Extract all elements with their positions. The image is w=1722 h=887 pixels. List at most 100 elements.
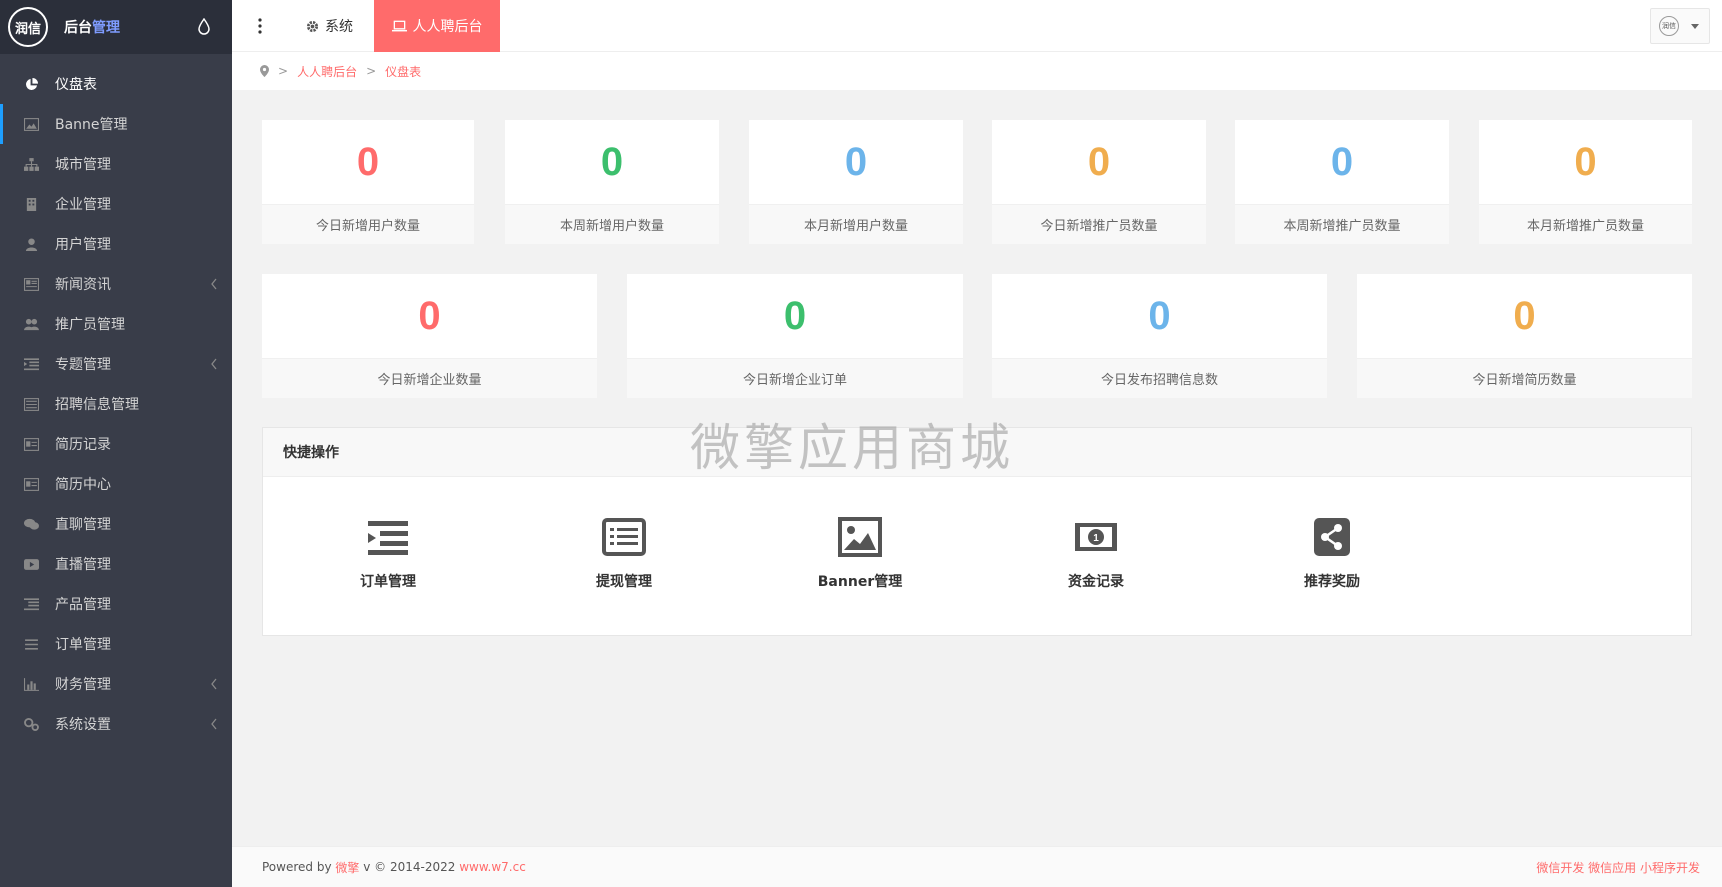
sidebar-item-label: 直聊管理 bbox=[55, 517, 111, 533]
sidebar-item-product[interactable]: 产品管理 bbox=[0, 584, 232, 624]
stat-value: 0 bbox=[783, 293, 807, 338]
sidebar-item-label: 订单管理 bbox=[55, 637, 111, 653]
bar-chart-icon bbox=[24, 677, 39, 691]
footer-right-links[interactable]: 微信开发 微信应用 小程序开发 bbox=[1536, 859, 1700, 876]
stat-card: 0 今日新增企业数量 bbox=[262, 274, 597, 398]
stat-label: 本周新增推广员数量 bbox=[1235, 204, 1449, 244]
stat-card: 0 本周新增推广员数量 bbox=[1235, 120, 1449, 244]
top-header: 系统 人人聘后台 润信 bbox=[232, 0, 1722, 52]
stat-label: 本周新增用户数量 bbox=[505, 204, 719, 244]
sidebar-item-city[interactable]: 城市管理 bbox=[0, 144, 232, 184]
breadcrumb-separator: > bbox=[278, 64, 289, 78]
list-indent-icon bbox=[24, 357, 39, 370]
sidebar-item-live[interactable]: 直播管理 bbox=[0, 544, 232, 584]
bars-icon bbox=[25, 638, 38, 650]
stat-value: 0 bbox=[1148, 293, 1171, 338]
sidebar-item-order[interactable]: 订单管理 bbox=[0, 624, 232, 664]
stat-value: 0 bbox=[1087, 139, 1111, 184]
avatar: 润信 bbox=[1659, 16, 1679, 36]
sidebar-item-finance[interactable]: 财务管理 bbox=[0, 664, 232, 704]
sidebar-item-resume-record[interactable]: 简历记录 bbox=[0, 424, 232, 464]
app-title-part2: 管理 bbox=[92, 20, 120, 36]
sidebar-item-label: 推广员管理 bbox=[55, 317, 125, 333]
sidebar-item-label: 新闻资讯 bbox=[55, 277, 111, 293]
chat-icon bbox=[24, 518, 39, 530]
stat-card: 0 本周新增用户数量 bbox=[505, 120, 719, 244]
users-icon bbox=[24, 318, 39, 330]
sidebar-item-label: 系统设置 bbox=[55, 717, 111, 733]
quick-funds-label: 资金记录 bbox=[1068, 574, 1124, 590]
chevron-left-icon bbox=[211, 358, 217, 370]
stat-label: 今日新增企业数量 bbox=[262, 358, 597, 398]
app-title: 后台管理 bbox=[64, 17, 120, 37]
quick-reward-label: 推荐奖励 bbox=[1304, 574, 1360, 590]
sidebar-item-label: 仪盘表 bbox=[55, 77, 97, 93]
sidebar-item-company[interactable]: 企业管理 bbox=[0, 184, 232, 224]
stat-card: 0 本月新增推广员数量 bbox=[1479, 120, 1692, 244]
stat-card: 0 今日新增简历数量 bbox=[1357, 274, 1692, 398]
sidebar-item-promoter[interactable]: 推广员管理 bbox=[0, 304, 232, 344]
quick-order-button[interactable]: 订单管理 bbox=[328, 517, 448, 591]
tab-renrenpin[interactable]: 人人聘后台 bbox=[374, 0, 500, 52]
stat-label: 今日新增用户数量 bbox=[262, 204, 474, 244]
stat-value: 0 bbox=[600, 139, 624, 184]
building-icon bbox=[26, 197, 37, 211]
image-icon bbox=[24, 117, 39, 131]
sidebar-item-label: 直播管理 bbox=[55, 557, 111, 573]
footer-brand-link[interactable]: 微擎 bbox=[335, 859, 359, 876]
breadcrumb-current: 仪盘表 bbox=[385, 64, 422, 79]
footer-powered: Powered by bbox=[262, 860, 332, 874]
footer-site-link[interactable]: www.w7.cc bbox=[459, 860, 526, 874]
sidebar-item-label: 简历中心 bbox=[55, 477, 111, 493]
sidebar-item-topic[interactable]: 专题管理 bbox=[0, 344, 232, 384]
quick-banner-button[interactable]: Banner管理 bbox=[800, 517, 920, 591]
sidebar-item-user[interactable]: 用户管理 bbox=[0, 224, 232, 264]
svg-text:1: 1 bbox=[1093, 533, 1099, 544]
sidebar-item-chat[interactable]: 直聊管理 bbox=[0, 504, 232, 544]
sidebar-item-label: 专题管理 bbox=[55, 357, 111, 373]
sidebar: 润信 后台管理 仪盘表 Banne管理 城市管理 企业管理 用户管理 新闻资讯 bbox=[0, 0, 232, 887]
stat-label: 今日发布招聘信息数 bbox=[992, 358, 1327, 398]
indent-icon bbox=[368, 521, 408, 555]
stat-label: 本月新增推广员数量 bbox=[1479, 204, 1692, 244]
sidebar-item-banner[interactable]: Banne管理 bbox=[0, 104, 232, 144]
brand-logo: 润信 bbox=[8, 7, 48, 47]
stat-label: 本月新增用户数量 bbox=[749, 204, 963, 244]
sidebar-item-label: Banne管理 bbox=[55, 117, 128, 133]
user-menu[interactable]: 润信 bbox=[1650, 8, 1710, 44]
sidebar-item-resume-center[interactable]: 简历中心 bbox=[0, 464, 232, 504]
quick-withdraw-button[interactable]: 提现管理 bbox=[564, 517, 684, 591]
quick-banner-label: Banner管理 bbox=[817, 574, 903, 590]
pie-chart-icon bbox=[26, 77, 38, 90]
stat-value: 0 bbox=[1574, 139, 1597, 184]
newspaper-icon bbox=[24, 277, 39, 291]
sidebar-item-label: 简历记录 bbox=[55, 437, 111, 453]
tab-system[interactable]: 系统 bbox=[306, 0, 353, 52]
id-card-icon bbox=[24, 477, 39, 491]
tab-renrenpin-label: 人人聘后台 bbox=[412, 19, 483, 35]
footer-version: v © 2014-2022 bbox=[363, 860, 456, 874]
sidebar-item-dashboard[interactable]: 仪盘表 bbox=[0, 64, 232, 104]
quick-withdraw-label: 提现管理 bbox=[596, 574, 652, 590]
sidebar-item-recruit[interactable]: 招聘信息管理 bbox=[0, 384, 232, 424]
list-alt-icon bbox=[602, 518, 646, 556]
list-alt-icon bbox=[24, 397, 39, 411]
quick-reward-button[interactable]: 推荐奖励 bbox=[1272, 517, 1392, 591]
stat-value: 0 bbox=[418, 293, 441, 338]
list-icon bbox=[24, 597, 39, 610]
breadcrumb-separator: > bbox=[366, 64, 377, 78]
more-vertical-icon[interactable] bbox=[258, 18, 262, 34]
watermark-text: 微擎应用商城 bbox=[690, 419, 1014, 477]
money-icon: 1 bbox=[1075, 523, 1117, 551]
sidebar-item-settings[interactable]: 系统设置 bbox=[0, 704, 232, 744]
theme-drop-icon[interactable] bbox=[198, 18, 210, 35]
quick-funds-button[interactable]: 1 资金记录 bbox=[1036, 517, 1156, 591]
stat-card: 0 今日发布招聘信息数 bbox=[992, 274, 1327, 398]
stat-value: 0 bbox=[356, 139, 380, 184]
stat-value: 0 bbox=[1513, 293, 1536, 338]
breadcrumb-link-home[interactable]: 人人聘后台 bbox=[297, 63, 357, 80]
picture-icon bbox=[838, 517, 882, 557]
breadcrumb: > 人人聘后台 > 仪盘表 bbox=[232, 52, 1722, 90]
chevron-left-icon bbox=[211, 278, 217, 290]
sidebar-item-news[interactable]: 新闻资讯 bbox=[0, 264, 232, 304]
